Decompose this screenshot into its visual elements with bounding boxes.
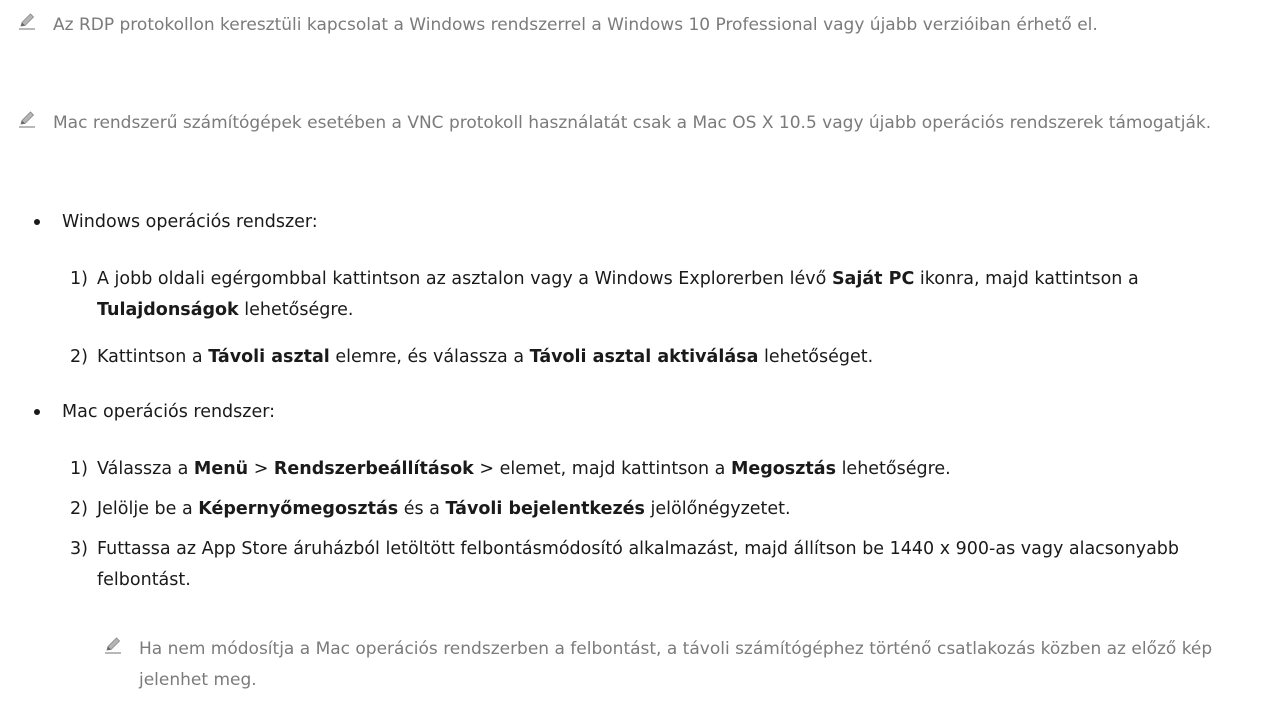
bold-term: Saját PC bbox=[831, 269, 915, 289]
note-text: Mac rendszerű számítógépek esetében a VN… bbox=[53, 113, 1212, 133]
bold-term: Tulajdonságok bbox=[97, 300, 239, 320]
pencil-note-icon bbox=[19, 111, 35, 128]
pencil-note-icon bbox=[19, 13, 35, 30]
bold-term: Képernyőmegosztás bbox=[198, 499, 399, 519]
note-resolution: Ha nem módosítja a Mac operációs rendsze… bbox=[104, 634, 1254, 696]
section-heading: Windows operációs rendszer: bbox=[62, 212, 318, 232]
mac-step-1: 1) Válassza a Menü > Rendszerbeállítások… bbox=[70, 454, 1250, 485]
mac-step-3: 3) Futtassa az App Store áruházból letöl… bbox=[70, 534, 1250, 596]
note-text: Ha nem módosítja a Mac operációs rendsze… bbox=[139, 639, 1213, 690]
step-text: A jobb oldali egérgombbal kattintson az … bbox=[97, 269, 1139, 320]
bold-term: Menü bbox=[193, 459, 249, 479]
bold-term: Távoli bejelentkezés bbox=[445, 499, 645, 519]
bold-term: Megosztás bbox=[730, 459, 836, 479]
bold-term: Rendszerbeállítások bbox=[273, 459, 474, 479]
section-heading: Mac operációs rendszer: bbox=[62, 402, 276, 422]
mac-step-2: 2) Jelölje be a Képernyőmegosztás és a T… bbox=[70, 494, 1250, 525]
step-number: 3) bbox=[70, 539, 88, 559]
step-text: Jelölje be a Képernyőmegosztás és a Távo… bbox=[97, 499, 791, 519]
bold-term: Távoli asztal bbox=[208, 347, 330, 367]
note-rdp: Az RDP protokollon keresztüli kapcsolat … bbox=[18, 10, 1248, 41]
step-number: 2) bbox=[70, 499, 88, 519]
windows-step-1: 1) A jobb oldali egérgombbal kattintson … bbox=[70, 264, 1250, 326]
step-text: Futtassa az App Store áruházból letöltöt… bbox=[97, 539, 1180, 590]
step-number: 1) bbox=[70, 269, 88, 289]
bullet-dot bbox=[34, 409, 40, 415]
step-number: 1) bbox=[70, 459, 88, 479]
step-number: 2) bbox=[70, 347, 88, 367]
bullet-dot bbox=[34, 219, 40, 225]
bullet-mac: Mac operációs rendszer: bbox=[34, 398, 1234, 426]
step-text: Kattintson a Távoli asztal elemre, és vá… bbox=[97, 347, 874, 367]
pencil-note-icon bbox=[105, 637, 121, 654]
windows-step-2: 2) Kattintson a Távoli asztal elemre, és… bbox=[70, 342, 1250, 373]
bold-term: Távoli asztal aktiválása bbox=[529, 347, 759, 367]
bullet-windows: Windows operációs rendszer: bbox=[34, 208, 1234, 236]
note-vnc: Mac rendszerű számítógépek esetében a VN… bbox=[18, 108, 1248, 139]
note-text: Az RDP protokollon keresztüli kapcsolat … bbox=[53, 15, 1098, 35]
step-text: Válassza a Menü > Rendszerbeállítások > … bbox=[97, 459, 951, 479]
